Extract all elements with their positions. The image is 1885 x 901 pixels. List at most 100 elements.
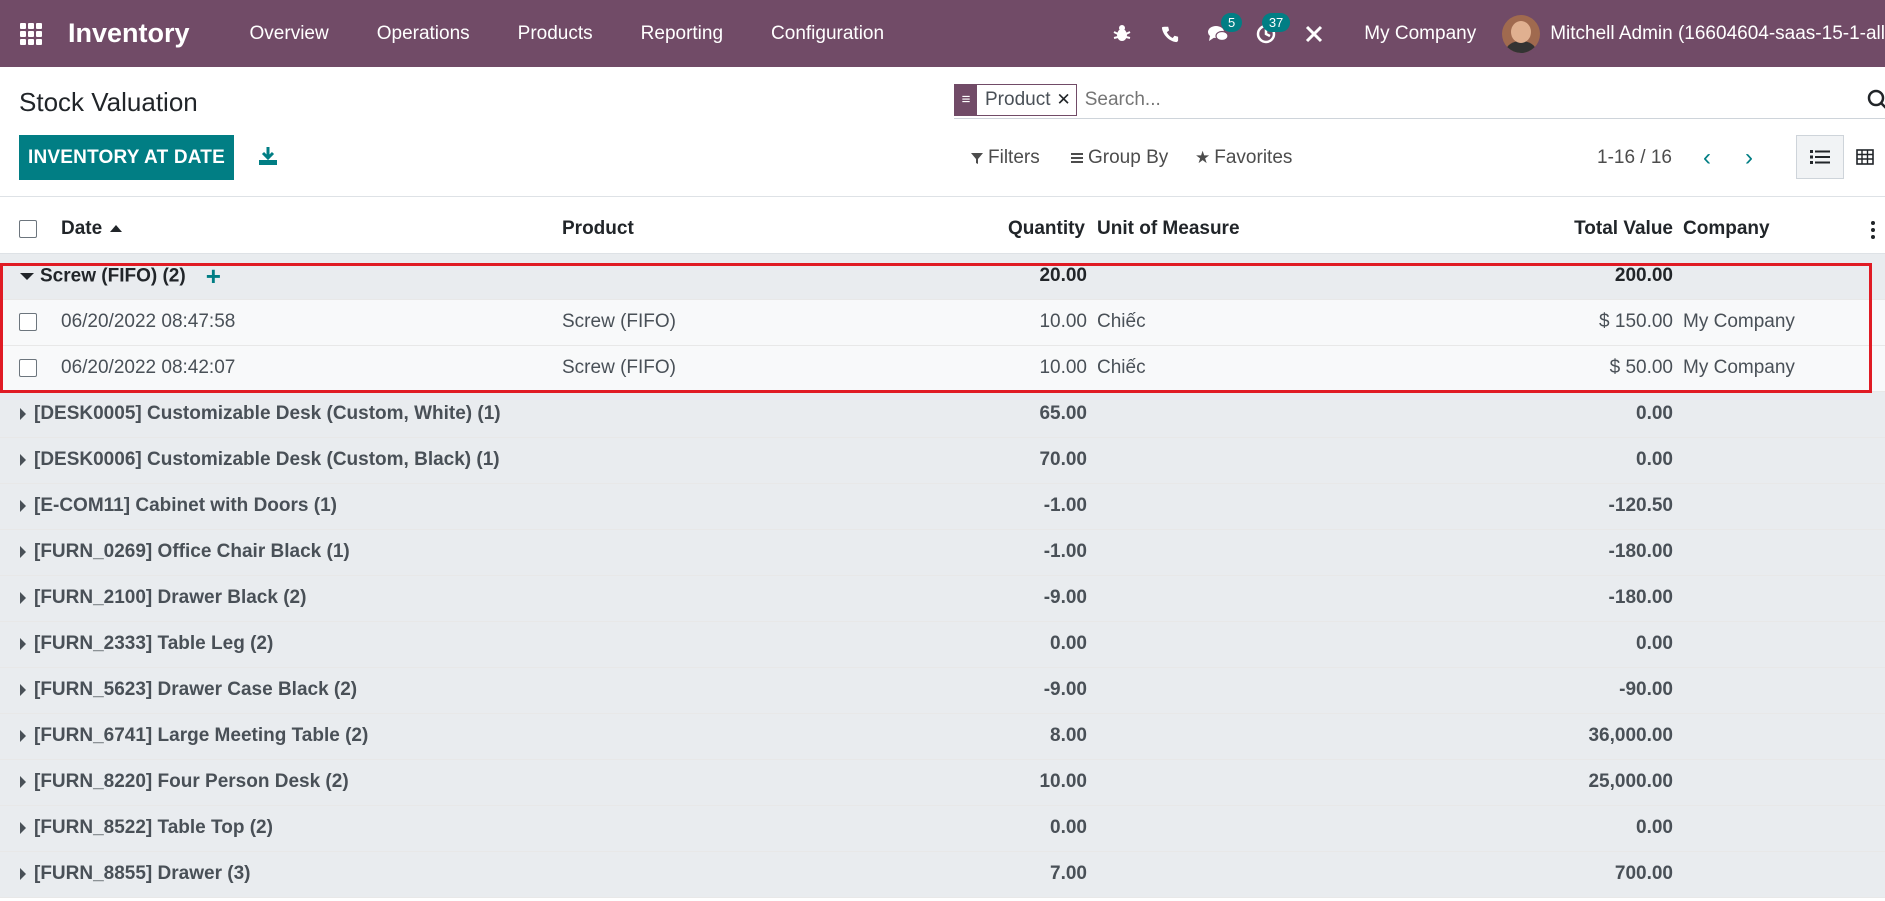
group-row[interactable]: [FURN_5623] Drawer Case Black (2) -9.00 -9… xyxy=(0,667,1885,714)
caret-right-icon xyxy=(20,775,26,788)
pager-previous-icon[interactable]: ‹ xyxy=(1692,143,1722,173)
user-menu[interactable]: Mitchell Admin (16604604-saas-15-1-all xyxy=(1502,14,1885,53)
group-row[interactable]: [FURN_8522] Table Top (2) 0.00 0.00 xyxy=(0,805,1885,852)
table-row[interactable]: 06/20/2022 08:47:58 Screw (FIFO) 10.00 C… xyxy=(0,299,1885,346)
list-view-button[interactable] xyxy=(1796,135,1844,179)
group-row[interactable]: Screw (FIFO) (2) + 20.00 200.00 xyxy=(0,253,1885,300)
group-row[interactable]: [FURN_2333] Table Leg (2) 0.00 0.00 xyxy=(0,621,1885,668)
group-row[interactable]: [E-COM11] Cabinet with Doors (1) -1.00 -12… xyxy=(0,483,1885,530)
search-facet[interactable]: ≡ Product ✕ xyxy=(954,83,1077,116)
group-label: [DESK0006] Customizable Desk (Custom, Bl… xyxy=(34,449,500,470)
top-navbar: Inventory Overview Operations Products R… xyxy=(0,0,1885,67)
group-quantity: -1.00 xyxy=(997,529,1097,576)
group-label: [FURN_2100] Drawer Black (2) xyxy=(34,587,307,608)
facet-value: Product xyxy=(985,88,1051,110)
group-row[interactable]: [FURN_6741] Large Meeting Table (2) 8.00 3… xyxy=(0,713,1885,760)
group-row[interactable]: [DESK0005] Customizable Desk (Custom, Wh… xyxy=(0,391,1885,438)
groupby-dropdown[interactable]: Group By xyxy=(1070,147,1168,169)
menu-operations[interactable]: Operations xyxy=(353,0,494,67)
search-input[interactable] xyxy=(1084,88,1785,111)
search-icon[interactable] xyxy=(1867,89,1885,111)
select-all-checkbox[interactable] xyxy=(19,219,37,238)
page-title: Stock Valuation xyxy=(19,87,198,117)
activities-icon[interactable]: 37 xyxy=(1242,0,1291,67)
pager-value[interactable]: 1-16 / 16 xyxy=(1597,147,1672,169)
caret-right-icon xyxy=(20,867,26,880)
cell-quantity: 10.00 xyxy=(997,345,1097,392)
group-row[interactable]: [FURN_8855] Drawer (3) 7.00 700.00 xyxy=(0,851,1885,898)
pager-next-icon[interactable]: › xyxy=(1734,143,1764,173)
menu-overview[interactable]: Overview xyxy=(226,0,353,67)
cell-date: 06/20/2022 08:42:07 xyxy=(50,345,562,392)
pivot-view-button[interactable] xyxy=(1844,135,1885,179)
group-label: [FURN_8522] Table Top (2) xyxy=(34,817,273,838)
cell-uom: Chiếc xyxy=(1097,299,1478,346)
row-checkbox[interactable] xyxy=(19,358,37,377)
bug-icon[interactable] xyxy=(1098,0,1146,67)
group-by-facet-icon: ≡ xyxy=(955,83,977,116)
cell-total-value: $ 50.00 xyxy=(1478,345,1683,392)
column-uom[interactable]: Unit of Measure xyxy=(1097,205,1478,254)
add-record-icon[interactable]: + xyxy=(206,261,221,291)
messages-icon[interactable]: 5 xyxy=(1194,0,1243,67)
column-date[interactable]: Date xyxy=(50,205,562,254)
group-quantity: 7.00 xyxy=(997,851,1097,898)
group-quantity: 0.00 xyxy=(997,621,1097,668)
phone-icon[interactable] xyxy=(1146,0,1194,67)
menu-reporting[interactable]: Reporting xyxy=(617,0,747,67)
row-checkbox[interactable] xyxy=(19,312,37,331)
company-switcher[interactable]: My Company xyxy=(1338,23,1502,45)
app-brand[interactable]: Inventory xyxy=(68,18,190,49)
caret-right-icon xyxy=(20,453,26,466)
group-quantity: -9.00 xyxy=(997,575,1097,622)
column-company[interactable]: Company xyxy=(1683,205,1885,254)
avatar xyxy=(1502,14,1541,53)
group-label: [FURN_6741] Large Meeting Table (2) xyxy=(34,725,369,746)
cell-product: Screw (FIFO) xyxy=(562,345,997,392)
group-row[interactable]: [DESK0006] Customizable Desk (Custom, Bl… xyxy=(0,437,1885,484)
groupby-icon xyxy=(1071,153,1083,163)
optional-columns-icon[interactable] xyxy=(1871,221,1875,242)
group-label: [FURN_5623] Drawer Case Black (2) xyxy=(34,679,358,700)
control-panel: Stock Valuation INVENTORY AT DATE ≡ Prod… xyxy=(0,67,1885,197)
column-product[interactable]: Product xyxy=(562,205,997,254)
cell-company: My Company xyxy=(1683,345,1885,392)
table-row[interactable]: 06/20/2022 08:42:07 Screw (FIFO) 10.00 C… xyxy=(0,345,1885,392)
group-total-value: 0.00 xyxy=(1478,621,1683,668)
caret-right-icon xyxy=(20,591,26,604)
table-header-row: Date Product Quantity Unit of Measure To… xyxy=(0,205,1885,254)
group-row[interactable]: [FURN_0269] Office Chair Black (1) -1.00 -… xyxy=(0,529,1885,576)
menu-products[interactable]: Products xyxy=(494,0,617,67)
caret-right-icon xyxy=(20,637,26,650)
group-total-value: 25,000.00 xyxy=(1478,759,1683,806)
inventory-at-date-button[interactable]: INVENTORY AT DATE xyxy=(19,135,234,180)
favorites-dropdown[interactable]: ★ Favorites xyxy=(1195,147,1292,169)
apps-menu-icon[interactable] xyxy=(0,0,62,67)
sort-ascending-icon xyxy=(110,225,123,233)
tools-icon[interactable] xyxy=(1290,0,1338,67)
group-total-value: 700.00 xyxy=(1478,851,1683,898)
column-quantity[interactable]: Quantity xyxy=(997,205,1097,254)
caret-right-icon xyxy=(20,545,26,558)
group-quantity: 20.00 xyxy=(997,253,1097,300)
filters-dropdown[interactable]: Filters xyxy=(970,147,1040,169)
cell-product: Screw (FIFO) xyxy=(562,299,997,346)
filters-label: Filters xyxy=(988,147,1040,168)
group-quantity: 8.00 xyxy=(997,713,1097,760)
group-total-value: -120.50 xyxy=(1478,483,1683,530)
group-row[interactable]: [FURN_8220] Four Person Desk (2) 10.00 25,… xyxy=(0,759,1885,806)
group-label: [FURN_2333] Table Leg (2) xyxy=(34,633,274,654)
filter-icon xyxy=(971,153,983,164)
menu-configuration[interactable]: Configuration xyxy=(747,0,908,67)
group-row[interactable]: [FURN_2100] Drawer Black (2) -9.00 -180.00 xyxy=(0,575,1885,622)
group-label: [E-COM11] Cabinet with Doors (1) xyxy=(34,495,337,516)
column-date-label: Date xyxy=(61,217,103,239)
column-total-value[interactable]: Total Value xyxy=(1478,205,1683,254)
remove-facet-icon[interactable]: ✕ xyxy=(1056,90,1075,110)
list-view-icon xyxy=(1810,150,1830,164)
activities-badge: 37 xyxy=(1261,13,1291,32)
group-total-value: -180.00 xyxy=(1478,575,1683,622)
group-quantity: 10.00 xyxy=(997,759,1097,806)
download-icon[interactable] xyxy=(257,145,281,169)
group-label: Screw (FIFO) (2) xyxy=(40,265,186,287)
